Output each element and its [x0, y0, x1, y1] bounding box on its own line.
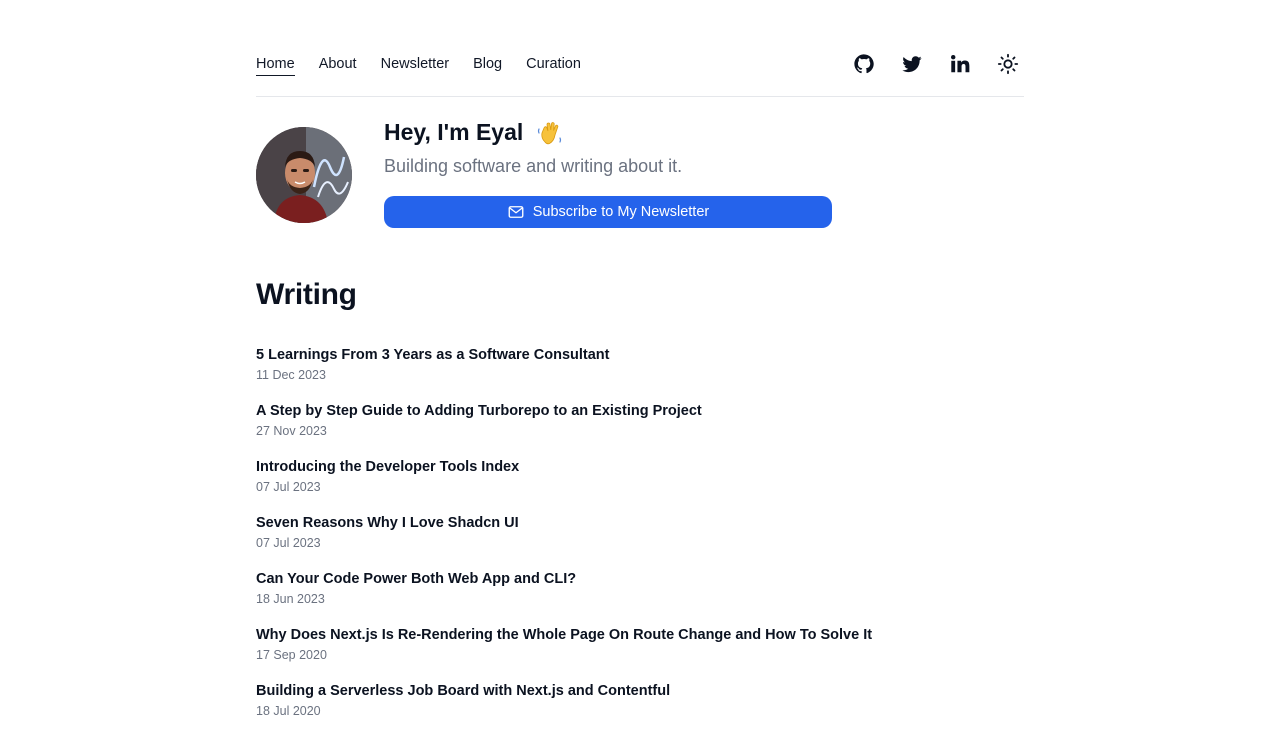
- nav-link-curation[interactable]: Curation: [526, 55, 581, 76]
- social-icons: [852, 52, 1020, 76]
- tagline: Building software and writing about it.: [384, 156, 683, 176]
- linkedin-icon[interactable]: [948, 52, 972, 76]
- greeting-heading: Hey, I'm Eyal: [384, 121, 832, 146]
- list-item: A Step by Step Guide to Adding Turborepo…: [256, 402, 1024, 458]
- post-date: 18 Jun 2023: [256, 592, 325, 606]
- twitter-icon[interactable]: [900, 52, 924, 76]
- post-date: 07 Jul 2023: [256, 536, 321, 550]
- post-title-link[interactable]: Seven Reasons Why I Love Shadcn UI: [256, 514, 519, 532]
- github-icon[interactable]: [852, 52, 876, 76]
- post-date: 27 Nov 2023: [256, 424, 327, 438]
- post-title-link[interactable]: 5 Learnings From 3 Years as a Software C…: [256, 346, 610, 364]
- mail-icon: [508, 206, 524, 218]
- list-item: 5 Learnings From 3 Years as a Software C…: [256, 346, 1024, 402]
- nav-link-home[interactable]: Home: [256, 55, 295, 76]
- greeting-text: Hey, I'm Eyal: [384, 119, 524, 145]
- post-title-link[interactable]: Introducing the Developer Tools Index: [256, 458, 519, 476]
- list-item: Seven Reasons Why I Love Shadcn UI 07 Ju…: [256, 514, 1024, 570]
- subscribe-label: Subscribe to My Newsletter: [532, 204, 710, 220]
- post-title-link[interactable]: Why Does Next.js Is Re-Rendering the Who…: [256, 626, 872, 644]
- page: Home About Newsletter Blog Curation Hey,…: [256, 0, 1024, 720]
- post-title-link[interactable]: Building a Serverless Job Board with Nex…: [256, 682, 670, 700]
- list-item: Can Your Code Power Both Web App and CLI…: [256, 570, 1024, 626]
- waving-hand-icon: [537, 122, 561, 145]
- nav-link-about[interactable]: About: [319, 55, 357, 76]
- post-title-link[interactable]: A Step by Step Guide to Adding Turborepo…: [256, 402, 702, 420]
- post-title-link[interactable]: Can Your Code Power Both Web App and CLI…: [256, 570, 576, 588]
- nav-link-blog[interactable]: Blog: [473, 55, 502, 76]
- sun-icon[interactable]: [996, 52, 1020, 76]
- post-list: 5 Learnings From 3 Years as a Software C…: [256, 346, 1024, 738]
- intro-section: Hey, I'm Eyal Building software and writ…: [256, 121, 1024, 228]
- post-date: 18 Jul 2020: [256, 704, 321, 718]
- list-item: Building a Serverless Job Board with Nex…: [256, 682, 1024, 738]
- nav-links: Home About Newsletter Blog Curation: [256, 55, 581, 76]
- list-item: Introducing the Developer Tools Index 07…: [256, 458, 1024, 514]
- writing-heading: Writing: [256, 278, 357, 311]
- list-item: Why Does Next.js Is Re-Rendering the Who…: [256, 626, 1024, 682]
- avatar: [256, 127, 352, 223]
- top-navigation: Home About Newsletter Blog Curation: [256, 48, 1024, 97]
- post-date: 07 Jul 2023: [256, 480, 321, 494]
- post-date: 11 Dec 2023: [256, 368, 326, 382]
- nav-link-newsletter[interactable]: Newsletter: [381, 55, 450, 76]
- post-date: 17 Sep 2020: [256, 648, 327, 662]
- intro-text: Hey, I'm Eyal Building software and writ…: [384, 121, 832, 228]
- subscribe-button[interactable]: Subscribe to My Newsletter: [384, 196, 832, 228]
